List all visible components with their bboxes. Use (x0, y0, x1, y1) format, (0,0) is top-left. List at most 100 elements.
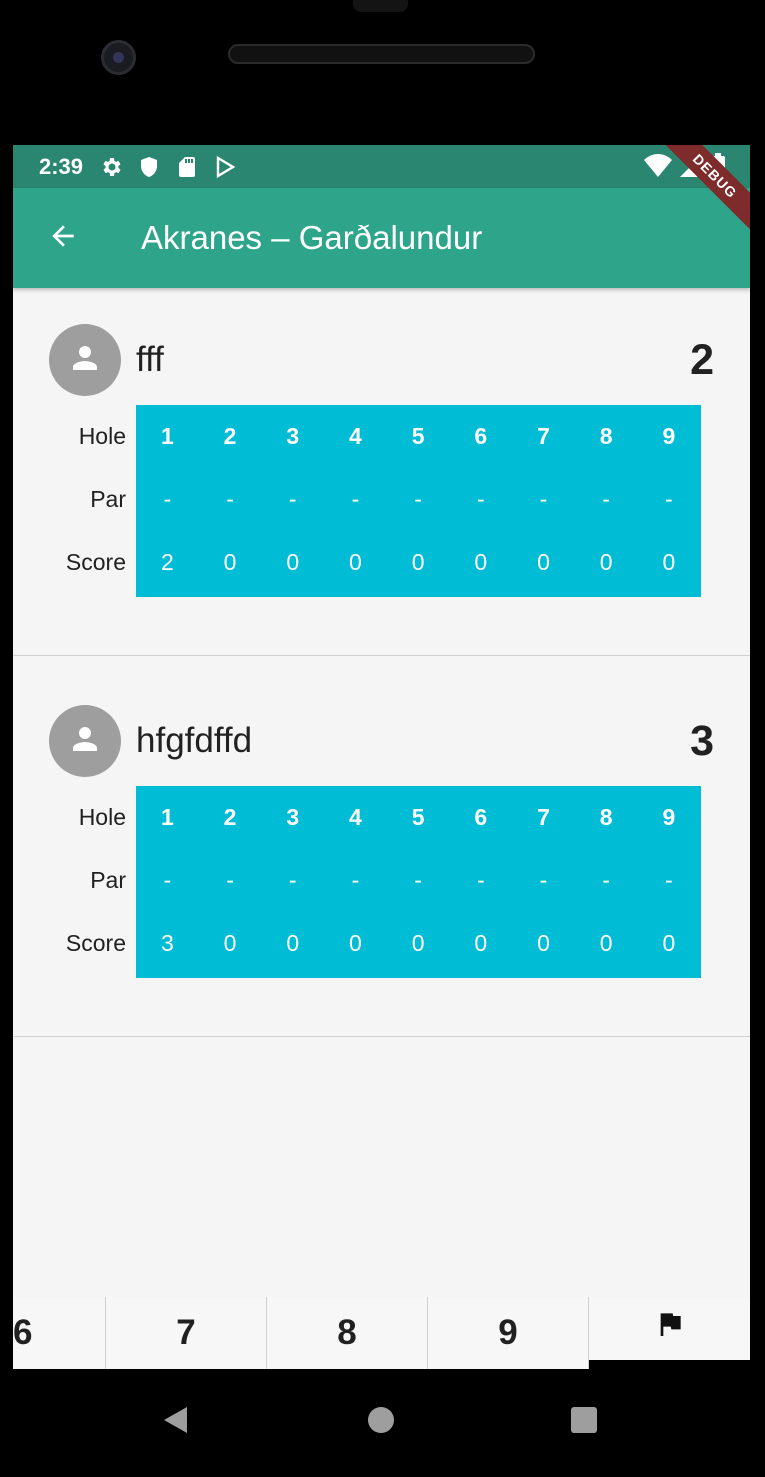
hole-number: 5 (411, 804, 425, 830)
score-cell[interactable]: 0 (512, 930, 575, 957)
player-name: fff (136, 340, 164, 379)
home-circle-icon (367, 1406, 395, 1439)
par-cell: - (351, 486, 360, 512)
hole-number: 8 (599, 804, 613, 830)
score-cell[interactable]: 0 (638, 930, 701, 957)
hole-number: 1 (160, 423, 174, 449)
hole-number: 9 (662, 423, 676, 449)
back-button[interactable] (13, 188, 113, 288)
score-cell[interactable]: 0 (387, 930, 450, 957)
status-time: 2:39 (39, 153, 84, 179)
score-cell[interactable]: 0 (324, 930, 387, 957)
player-card: fff 2 Hole Par Score 1 2 3 4 5 6 7 8 9 -… (13, 288, 750, 656)
front-camera (101, 40, 136, 75)
player-total-score: 3 (690, 716, 714, 765)
par-cell: - (226, 486, 234, 512)
par-cell: - (665, 867, 673, 893)
par-row: - - - - - - - - - (136, 468, 701, 531)
hole-number: 6 (474, 423, 488, 449)
par-cell: - (476, 867, 485, 893)
score-cell[interactable]: 0 (324, 549, 387, 576)
row-labels: Hole Par Score (43, 405, 126, 594)
key-label: 7 (176, 1313, 196, 1352)
hole-number: 9 (662, 804, 676, 830)
hole-keypad: 6 7 8 9 (13, 1297, 750, 1369)
shield-icon (137, 155, 161, 179)
player-name: hfgfdffd (136, 721, 253, 760)
score-cell[interactable]: 0 (387, 549, 450, 576)
keypad-key-8[interactable]: 8 (267, 1297, 428, 1369)
par-cell: - (602, 486, 610, 512)
score-cell[interactable]: 2 (136, 549, 199, 576)
hole-number: 4 (349, 804, 362, 830)
hole-label: Hole (78, 804, 126, 830)
avatar (49, 324, 121, 396)
par-cell: - (414, 867, 422, 893)
score-cell[interactable]: 0 (638, 549, 701, 576)
par-label: Par (90, 486, 126, 512)
avatar (49, 705, 121, 777)
key-label: 6 (13, 1313, 33, 1352)
score-cell[interactable]: 0 (199, 549, 262, 576)
app-bar: Akranes – Garðalundur (13, 188, 750, 288)
arrow-back-icon (47, 220, 79, 257)
score-label: Score (65, 549, 126, 575)
hole-number: 3 (286, 423, 300, 449)
score-cell[interactable]: 3 (136, 930, 199, 957)
par-cell: - (351, 867, 360, 893)
par-cell: - (539, 486, 548, 512)
hole-number: 3 (286, 804, 300, 830)
hole-row: 1 2 3 4 5 6 7 8 9 (136, 405, 701, 468)
score-cell[interactable]: 0 (199, 930, 262, 957)
device-notch (353, 0, 408, 12)
player-total-score: 2 (690, 335, 714, 384)
score-cell[interactable]: 0 (512, 549, 575, 576)
score-label: Score (65, 930, 126, 956)
par-row: - - - - - - - - - (136, 849, 701, 912)
score-cell[interactable]: 0 (575, 930, 638, 957)
hole-number: 6 (474, 804, 488, 830)
key-label: 9 (498, 1313, 518, 1352)
flag-icon (654, 1308, 686, 1349)
par-cell: - (226, 867, 234, 893)
par-cell: - (665, 486, 673, 512)
recents-square-icon (570, 1406, 598, 1439)
app-screen: 2:39 DEBUG Akranes – Garðalundur fff 2 H… (13, 145, 750, 1369)
par-cell: - (602, 867, 610, 893)
finish-flag-button[interactable] (589, 1297, 750, 1360)
player-header: hfgfdffd 3 (49, 705, 714, 777)
status-bar: 2:39 (13, 145, 750, 188)
keypad-key-6[interactable]: 6 (13, 1297, 106, 1369)
par-cell: - (476, 486, 485, 512)
hole-number: 7 (537, 423, 550, 449)
keypad-key-7[interactable]: 7 (106, 1297, 267, 1369)
hole-number: 7 (537, 804, 550, 830)
hole-number: 4 (349, 423, 362, 449)
nav-home-button[interactable] (356, 1397, 406, 1447)
page-title: Akranes – Garðalundur (141, 219, 483, 256)
par-cell: - (414, 486, 422, 512)
play-store-icon (213, 155, 237, 179)
sd-card-icon (175, 155, 199, 179)
par-cell: - (539, 867, 548, 893)
wifi-icon (644, 153, 672, 185)
hole-number: 5 (411, 423, 425, 449)
person-icon (67, 721, 103, 762)
score-cell[interactable]: 0 (261, 549, 324, 576)
hole-number: 2 (223, 423, 237, 449)
system-nav-bar (0, 1369, 765, 1477)
score-cell[interactable]: 0 (575, 549, 638, 576)
nav-recents-button[interactable] (559, 1397, 609, 1447)
nav-back-button[interactable] (150, 1397, 200, 1447)
hole-number: 8 (599, 423, 613, 449)
hole-number: 1 (160, 804, 174, 830)
score-cell[interactable]: 0 (449, 549, 512, 576)
keypad-key-9[interactable]: 9 (428, 1297, 589, 1369)
par-cell: - (163, 486, 172, 512)
score-cell[interactable]: 0 (261, 930, 324, 957)
row-labels: Hole Par Score (43, 786, 126, 975)
key-label: 8 (337, 1313, 357, 1352)
score-row: 2 0 0 0 0 0 0 0 0 (136, 531, 701, 594)
score-cell[interactable]: 0 (449, 930, 512, 957)
score-grid: 1 2 3 4 5 6 7 8 9 - - - - - - - - - (136, 786, 701, 978)
